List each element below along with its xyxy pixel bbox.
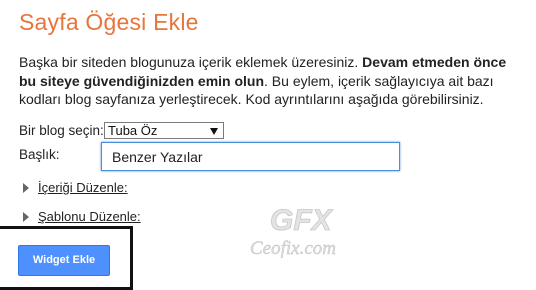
edit-template-expander[interactable]: Şablonu Düzenle: bbox=[23, 209, 141, 224]
page-title: Sayfa Öğesi Ekle bbox=[19, 9, 199, 35]
watermark-site-text: Ceofix.com bbox=[250, 238, 336, 258]
edit-content-expander[interactable]: İçeriği Düzenle: bbox=[23, 180, 128, 195]
blog-select-dropdown[interactable]: Tuba Öz bbox=[104, 122, 224, 139]
dropdown-arrow-icon bbox=[210, 128, 218, 135]
warning-description: Başka bir siteden blogunuza içerik eklem… bbox=[19, 53, 524, 109]
watermark-logo: GFX Ceofix.com bbox=[250, 204, 336, 258]
expand-triangle-icon bbox=[23, 211, 29, 222]
blog-select-value: Tuba Öz bbox=[108, 123, 158, 138]
watermark-logo-text: GFX bbox=[270, 204, 334, 237]
title-field-label: Başlık: bbox=[19, 147, 60, 162]
edit-content-label: İçeriği Düzenle: bbox=[38, 180, 128, 195]
title-input[interactable]: Benzer Yazılar bbox=[101, 142, 400, 171]
description-text-1: Başka bir siteden blogunuza içerik eklem… bbox=[19, 54, 363, 70]
edit-template-label: Şablonu Düzenle: bbox=[38, 209, 141, 224]
blog-select-label: Bir blog seçin: bbox=[19, 123, 104, 138]
expand-triangle-icon bbox=[23, 182, 29, 193]
add-widget-button[interactable]: Widget Ekle bbox=[18, 245, 110, 276]
